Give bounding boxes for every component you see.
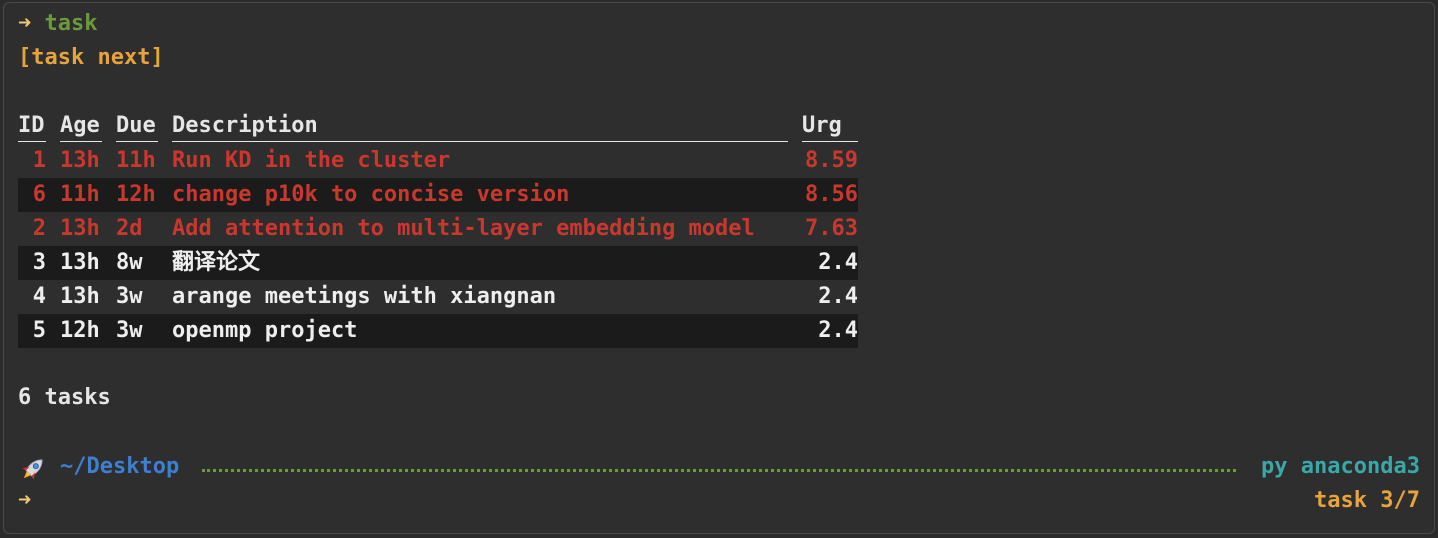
current-path: ~/Desktop — [60, 454, 180, 479]
task-urgency: 8.56 — [805, 182, 858, 207]
task-description: Add attention to multi-layer embedding m… — [172, 216, 755, 241]
task-urgency: 2.4 — [818, 318, 858, 343]
task-description: openmp project — [172, 318, 358, 343]
command-line: ➜ task — [18, 7, 97, 41]
task-summary: 6 tasks — [18, 385, 111, 410]
task-table: ID Age Due Description Urg 1 13h 11h Run… — [18, 110, 858, 348]
task-id: 6 — [32, 182, 46, 207]
task-id: 2 — [32, 216, 46, 241]
table-header: ID Age Due Description Urg — [18, 110, 858, 144]
task-id: 3 — [32, 250, 46, 275]
task-age: 13h — [60, 250, 100, 275]
header-urgency: Urg — [802, 110, 858, 142]
table-row: 5 12h 3w openmp project 2.4 — [18, 314, 858, 348]
prompt-arrow: ➜ — [18, 488, 32, 513]
task-age: 13h — [60, 148, 100, 173]
task-age: 13h — [60, 284, 100, 309]
terminal-window[interactable]: ➜ task [task next] ID Age Due Descriptio… — [3, 2, 1435, 534]
task-due: 12h — [116, 182, 156, 207]
rocket-icon — [22, 459, 43, 480]
task-urgency: 7.63 — [805, 216, 858, 241]
header-description: Description — [172, 110, 788, 142]
report-name: [task next] — [18, 45, 164, 70]
task-id: 1 — [32, 148, 46, 173]
python-env-prefix: py — [1261, 454, 1288, 479]
task-due: 8w — [116, 250, 143, 275]
task-age: 13h — [60, 216, 100, 241]
task-urgency: 2.4 — [818, 284, 858, 309]
task-due: 3w — [116, 318, 143, 343]
table-row: 2 13h 2d Add attention to multi-layer em… — [18, 212, 858, 246]
task-description: arange meetings with xiangnan — [172, 284, 557, 309]
task-id: 5 — [32, 318, 46, 343]
task-age: 11h — [60, 182, 100, 207]
task-urgency: 2.4 — [818, 250, 858, 275]
table-row: 4 13h 3w arange meetings with xiangnan 2… — [18, 280, 858, 314]
header-id: ID — [18, 110, 46, 142]
header-age: Age — [60, 110, 102, 142]
task-description: 翻译论文 — [172, 250, 261, 275]
table-row: 6 11h 12h change p10k to concise version… — [18, 178, 858, 212]
python-env-segment: py anaconda3 — [1261, 450, 1420, 484]
shell-prompt: ~/Desktop py anaconda3 — [18, 450, 1420, 484]
task-due: 2d — [116, 216, 143, 241]
header-due: Due — [116, 110, 158, 142]
prompt-arrow: ➜ — [18, 11, 32, 36]
task-due: 11h — [116, 148, 156, 173]
task-urgency: 8.59 — [805, 148, 858, 173]
table-row: 3 13h 8w 翻译论文 2.4 — [18, 246, 858, 280]
task-due: 3w — [116, 284, 143, 309]
task-status: task 3/7 — [1314, 488, 1420, 513]
task-description: Run KD in the cluster — [172, 148, 451, 173]
input-line[interactable]: ➜ task 3/7 — [18, 484, 1420, 518]
task-age: 12h — [60, 318, 100, 343]
command-text: task — [44, 11, 98, 36]
table-row: 1 13h 11h Run KD in the cluster 8.59 — [18, 144, 858, 178]
task-id: 4 — [32, 284, 46, 309]
prompt-filler-dots — [202, 469, 1236, 472]
task-description: change p10k to concise version — [172, 182, 570, 207]
python-env-name: anaconda3 — [1300, 454, 1420, 479]
